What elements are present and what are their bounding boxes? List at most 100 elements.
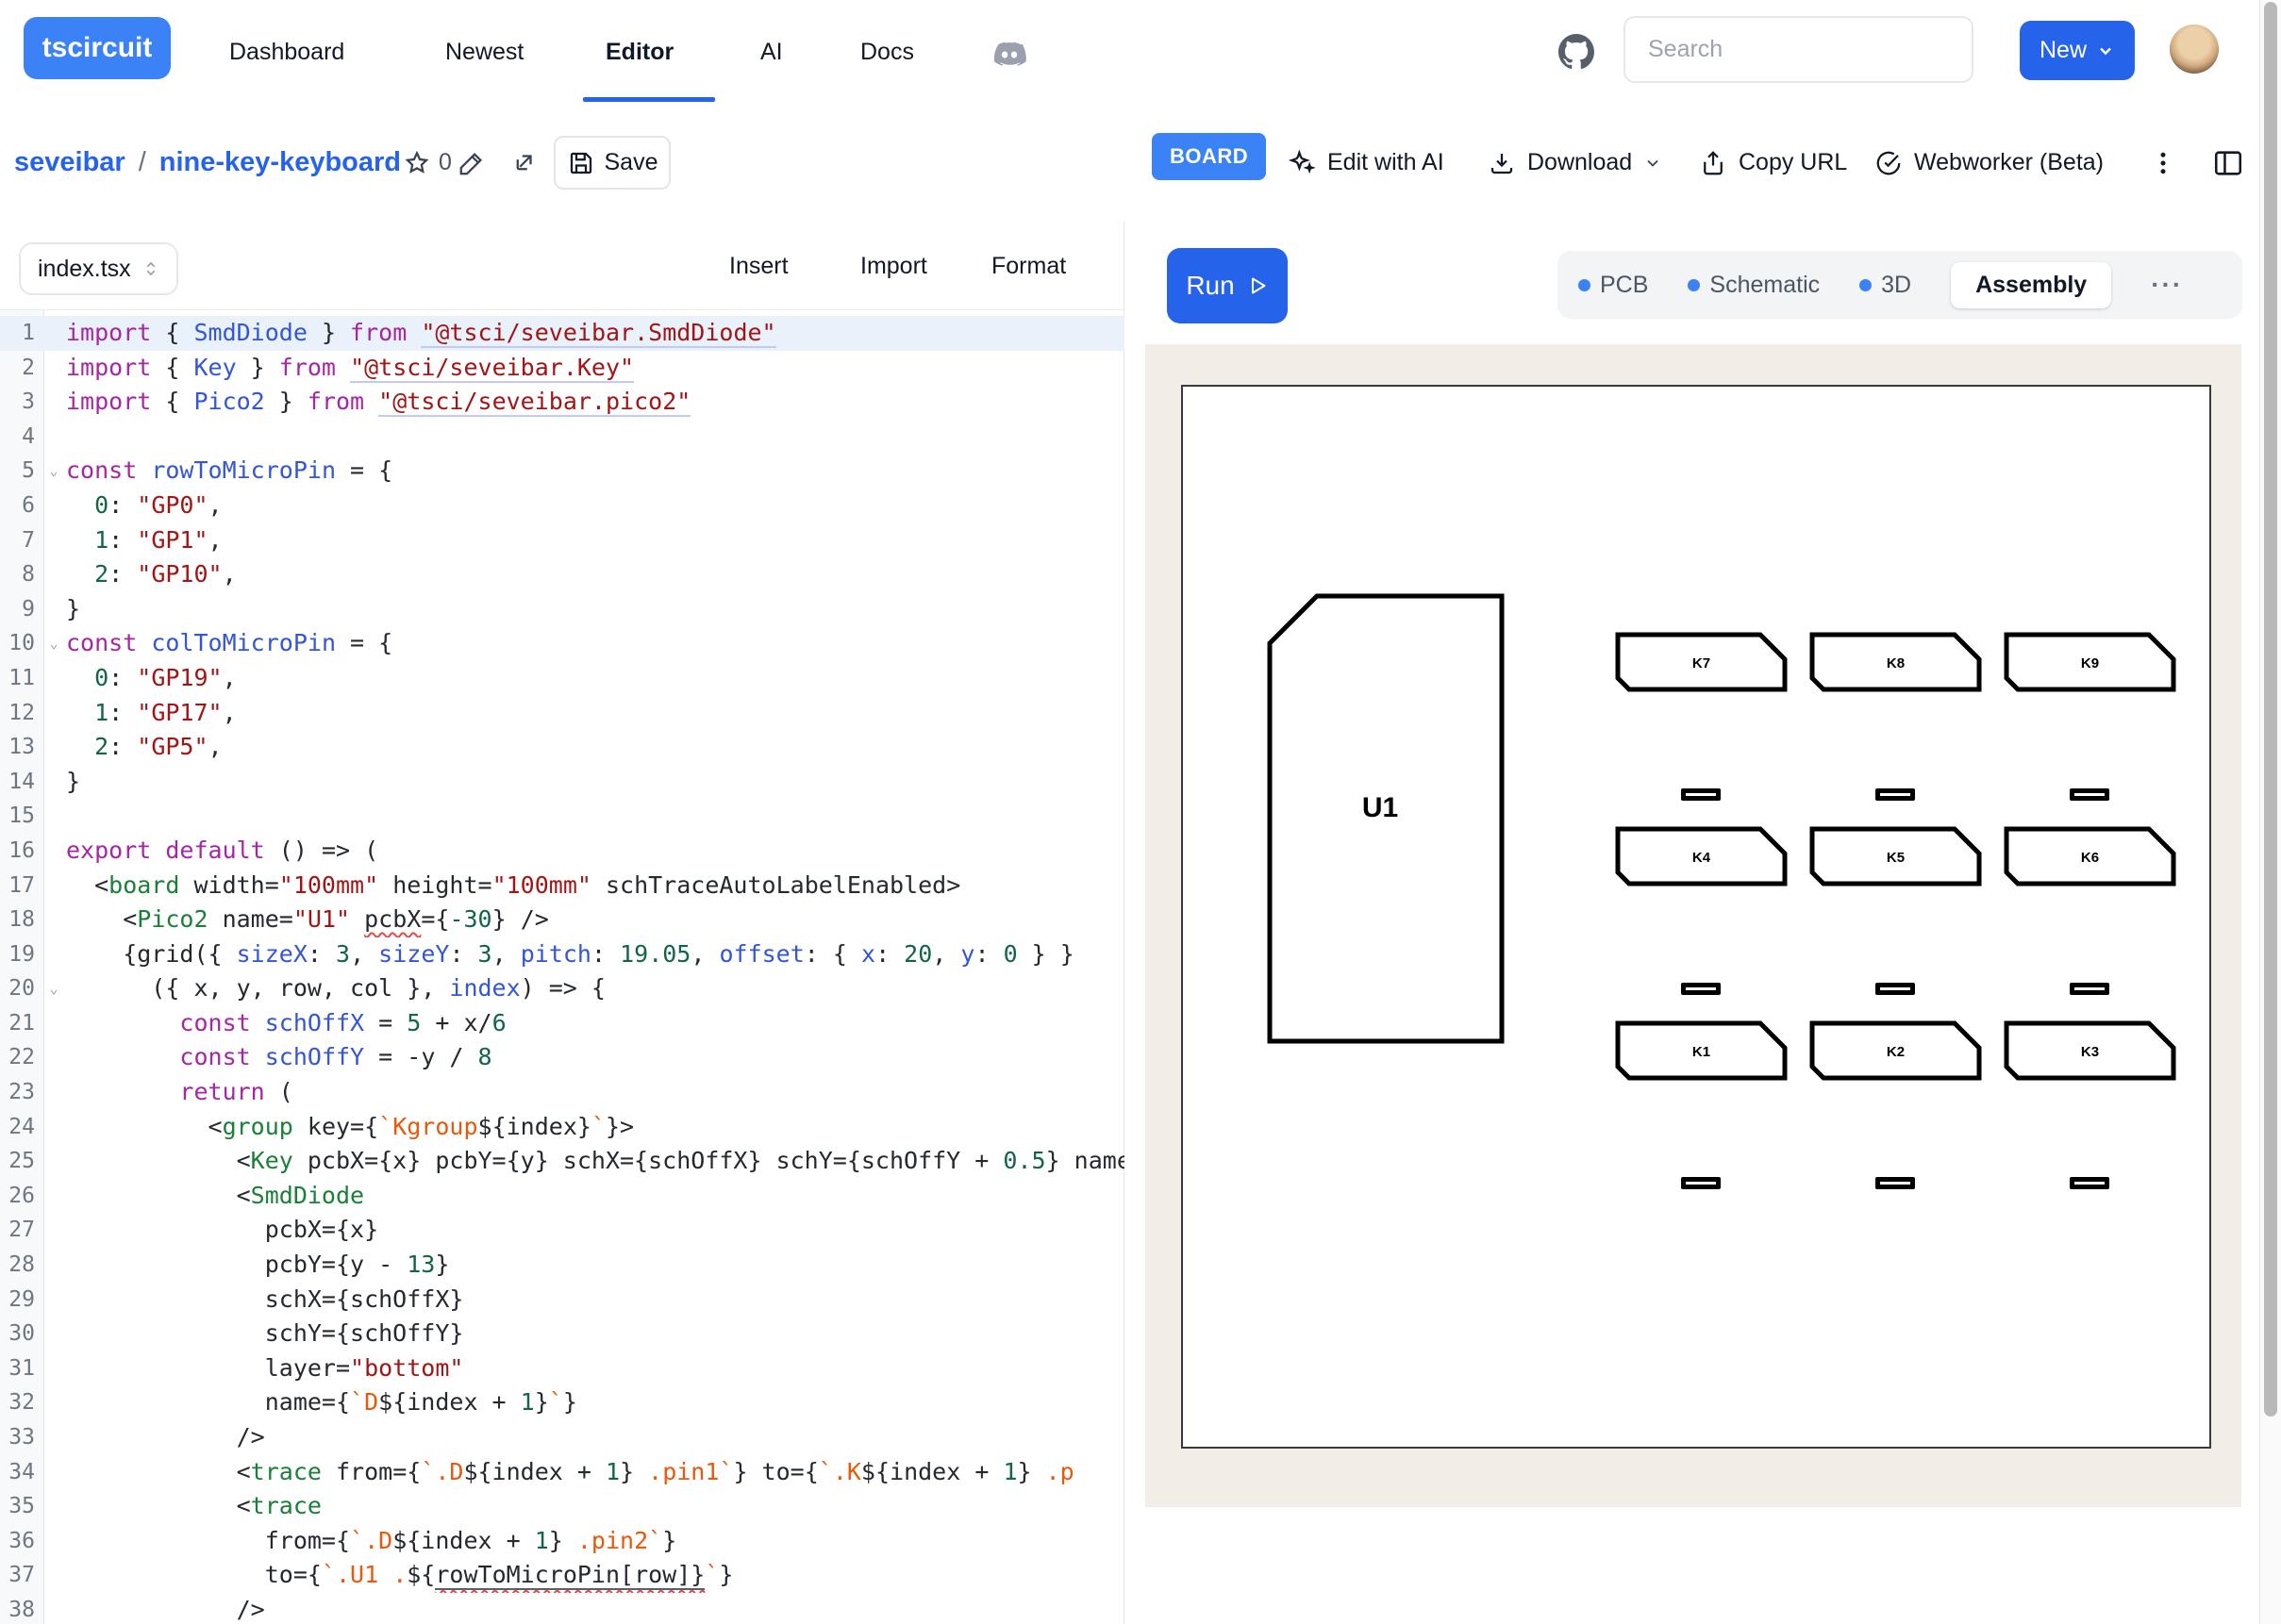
panel-layout-icon: [2212, 147, 2244, 179]
share-button[interactable]: [509, 104, 538, 222]
code-text: <Key pcbX={x} pcbY={y} schX={schOffX} sc…: [64, 1144, 1124, 1179]
tscircuit-logo[interactable]: tscircuit: [24, 17, 171, 79]
tab-dot-icon: [1859, 279, 1872, 291]
editor-menu-import[interactable]: Import: [860, 222, 927, 310]
fold-spacer: [43, 385, 64, 420]
line-number: 1: [0, 316, 43, 351]
line-number: 19: [0, 937, 43, 972]
line-number: 23: [0, 1075, 43, 1110]
fold-spacer: [43, 696, 64, 731]
search-input[interactable]: [1623, 16, 1973, 83]
svg-text:U1: U1: [1362, 792, 1398, 823]
code-line-12: 12 1: "GP17",: [0, 696, 1124, 731]
save-button[interactable]: Save: [554, 136, 671, 190]
fold-spacer: [43, 765, 64, 800]
edit-with-ai-button[interactable]: Edit with AI: [1288, 104, 1444, 222]
rename-button[interactable]: [458, 104, 486, 222]
fold-spacer: [43, 1006, 64, 1041]
line-number: 12: [0, 696, 43, 731]
star-counter[interactable]: 0: [403, 104, 452, 222]
run-button[interactable]: Run: [1167, 248, 1288, 323]
line-number: 11: [0, 661, 43, 696]
discord-icon[interactable]: [992, 36, 1026, 70]
fold-spacer: [43, 316, 64, 351]
code-text: 2: "GP10",: [64, 557, 1124, 592]
line-number: 6: [0, 489, 43, 523]
fold-spacer: [43, 1420, 64, 1455]
keyswitch-k3: K3: [2004, 1020, 2176, 1081]
svg-text:K4: K4: [1692, 850, 1711, 866]
code-text: const rowToMicroPin = {: [64, 454, 1124, 489]
diode-d8: [1875, 1177, 1915, 1189]
breadcrumb-project-link[interactable]: nine-key-keyboard: [159, 147, 401, 178]
fold-spacer: [43, 1248, 64, 1283]
line-number: 18: [0, 903, 43, 937]
avatar[interactable]: [2170, 25, 2219, 74]
nav-item-editor[interactable]: Editor: [606, 0, 674, 104]
fold-marker-icon[interactable]: ⌄: [43, 971, 64, 1006]
line-number: 24: [0, 1110, 43, 1145]
editor-menu-insert[interactable]: Insert: [729, 222, 789, 310]
code-text: layer="bottom": [64, 1351, 1124, 1386]
fold-spacer: [43, 937, 64, 972]
code-text: <Pico2 name="U1" pcbX={-30} />: [64, 903, 1124, 937]
view-tabs: PCB Schematic 3D Assembly ···: [1557, 251, 2242, 319]
star-count: 0: [439, 149, 452, 176]
editor-menu-format[interactable]: Format: [991, 222, 1066, 310]
toggle-panel-button[interactable]: [2212, 104, 2244, 222]
nav-item-ai[interactable]: AI: [760, 0, 783, 104]
code-text: [64, 420, 1124, 455]
tab-label: Schematic: [1709, 272, 1820, 299]
copy-url-label: Copy URL: [1739, 149, 1847, 176]
code-text: pcbY={y - 13}: [64, 1248, 1124, 1283]
github-icon[interactable]: [1558, 34, 1594, 70]
fold-marker-icon[interactable]: ⌄: [43, 454, 64, 489]
webworker-label: Webworker (Beta): [1914, 149, 2104, 176]
code-text: <SmdDiode: [64, 1179, 1124, 1214]
nav-item-docs[interactable]: Docs: [860, 0, 914, 104]
view-tab-schematic[interactable]: Schematic: [1688, 272, 1820, 299]
webworker-toggle[interactable]: Webworker (Beta): [1874, 104, 2104, 222]
code-editor-pane: index.tsx Insert Import Format 1import { S…: [0, 222, 1124, 1624]
more-options-button[interactable]: [2149, 104, 2177, 222]
code-text: to={`.U1 .${rowToMicroPin[row]}`}: [64, 1558, 1124, 1593]
fold-marker-icon[interactable]: ⌄: [43, 626, 64, 661]
view-tab-assembly[interactable]: Assembly: [1951, 262, 2111, 308]
code-text: const schOffX = 5 + x/6: [64, 1006, 1124, 1041]
code-text: name={`D${index + 1}`}: [64, 1385, 1124, 1420]
keyswitch-k9: K9: [2004, 632, 2176, 692]
keyswitch-k6: K6: [2004, 826, 2176, 887]
circle-check-icon: [1874, 149, 1903, 177]
code-editor-content[interactable]: 1import { SmdDiode } from "@tsci/seveiba…: [0, 310, 1124, 1624]
tab-dot-icon: [1578, 279, 1590, 291]
line-number: 20: [0, 971, 43, 1006]
line-number: 28: [0, 1248, 43, 1283]
view-tab-3d[interactable]: 3D: [1859, 272, 1911, 299]
code-text: export default () => (: [64, 834, 1124, 869]
window-scrollbar[interactable]: [2259, 0, 2281, 1624]
scrollbar-thumb[interactable]: [2264, 2, 2277, 1417]
board-badge[interactable]: BOARD: [1152, 133, 1266, 180]
view-tab-pcb[interactable]: PCB: [1578, 272, 1648, 299]
assembly-canvas[interactable]: U1K7K8K9K4K5K6K1K2K3: [1145, 344, 2241, 1507]
file-selector[interactable]: index.tsx: [19, 242, 178, 295]
line-number: 32: [0, 1385, 43, 1420]
kebab-menu-icon: [2149, 149, 2177, 177]
tabs-overflow-button[interactable]: ···: [2151, 270, 2183, 300]
download-button[interactable]: Download: [1488, 104, 1662, 222]
code-text: import { Key } from "@tsci/seveibar.Key": [64, 351, 1124, 386]
fold-spacer: [43, 1385, 64, 1420]
fold-spacer: [43, 1040, 64, 1075]
line-number: 26: [0, 1179, 43, 1214]
code-line-16: 16export default () => (: [0, 834, 1124, 869]
fold-spacer: [43, 351, 64, 386]
new-button[interactable]: New: [2020, 21, 2135, 80]
share-up-icon: [1699, 149, 1727, 177]
line-number: 29: [0, 1283, 43, 1317]
fold-spacer: [43, 1524, 64, 1559]
copy-url-button[interactable]: Copy URL: [1699, 104, 1847, 222]
diode-d3: [2070, 788, 2109, 801]
nav-item-dashboard[interactable]: Dashboard: [229, 0, 344, 104]
nav-item-newest[interactable]: Newest: [445, 0, 524, 104]
breadcrumb-owner-link[interactable]: seveibar: [14, 147, 125, 178]
